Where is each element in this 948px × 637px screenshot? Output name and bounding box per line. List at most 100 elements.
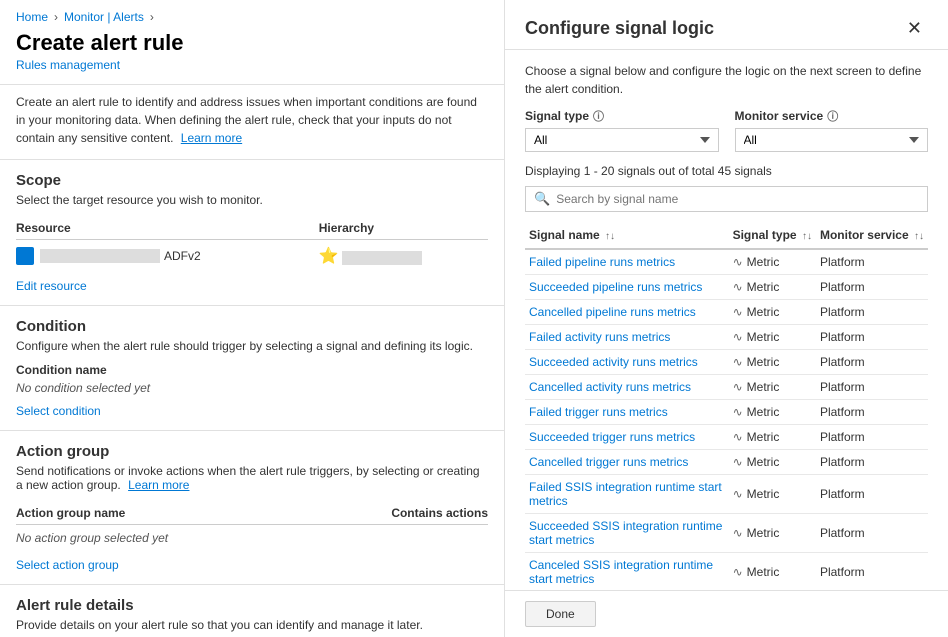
table-row: Cancelled activity runs metrics∿MetricPl… (525, 375, 928, 400)
scope-title: Scope (16, 172, 488, 189)
signal-count: Displaying 1 - 20 signals out of total 4… (525, 164, 928, 178)
hierarchy-bar (342, 251, 422, 265)
metric-icon: ∿ (733, 255, 743, 269)
signal-name-link[interactable]: Succeeded SSIS integration runtime start… (529, 519, 722, 547)
condition-name-label: Condition name (16, 363, 488, 377)
breadcrumb: Home › Monitor | Alerts › (0, 0, 504, 30)
panel-footer: Done (505, 590, 948, 637)
table-row: Failed pipeline runs metrics∿MetricPlatf… (525, 249, 928, 275)
monitor-service-sort-icon[interactable]: ↑↓ (914, 231, 924, 242)
signal-name-link[interactable]: Cancelled trigger runs metrics (529, 455, 688, 469)
signal-type-info-icon: ⓘ (593, 108, 604, 124)
no-condition-text: No condition selected yet (16, 381, 488, 395)
signal-name-link[interactable]: Canceled SSIS integration runtime start … (529, 558, 713, 586)
table-row: Succeeded SSIS integration runtime start… (525, 514, 928, 553)
table-row: Failed trigger runs metrics∿MetricPlatfo… (525, 400, 928, 425)
monitor-service-cell: Platform (816, 350, 928, 375)
action-group-name-col: Action group name (16, 502, 305, 525)
left-panel: Home › Monitor | Alerts › Create alert r… (0, 0, 505, 637)
signal-type-cell: ∿Metric (729, 514, 816, 553)
close-button[interactable]: ✕ (901, 16, 928, 41)
signal-name-link[interactable]: Failed trigger runs metrics (529, 405, 668, 419)
hierarchy-icon: ⭐ (319, 248, 339, 265)
signal-name-link[interactable]: Failed SSIS integration runtime start me… (529, 480, 722, 508)
right-panel: Configure signal logic ✕ Choose a signal… (505, 0, 948, 637)
resource-table: Resource Hierarchy ADFv2 ⭐ (16, 217, 488, 272)
table-row: Canceled SSIS integration runtime start … (525, 553, 928, 591)
metric-icon: ∿ (733, 330, 743, 344)
action-group-desc: Send notifications or invoke actions whe… (16, 464, 488, 492)
monitor-service-cell: Platform (816, 475, 928, 514)
signal-name-link[interactable]: Failed pipeline runs metrics (529, 255, 675, 269)
signal-name-link[interactable]: Succeeded pipeline runs metrics (529, 280, 702, 294)
col-signal-name: Signal name ↑↓ (525, 222, 729, 249)
description-text: Create an alert rule to identify and add… (16, 95, 477, 145)
search-box-wrap: 🔍 (525, 186, 928, 212)
table-row: Cancelled pipeline runs metrics ∿MetricPl… (525, 300, 928, 325)
action-group-learn-more[interactable]: Learn more (128, 478, 189, 492)
monitor-service-cell: Platform (816, 450, 928, 475)
table-row: Succeeded trigger runs metrics∿MetricPla… (525, 425, 928, 450)
signal-name-link[interactable]: Cancelled activity runs metrics (529, 380, 691, 394)
resource-name-cell: ADFv2 (16, 247, 319, 265)
action-group-title: Action group (16, 443, 488, 460)
signal-type-cell: ∿Metric (729, 350, 816, 375)
metric-icon: ∿ (733, 455, 743, 469)
signal-type-filter: Signal type ⓘ All Metric Log Activity Lo… (525, 108, 719, 152)
description: Create an alert rule to identify and add… (0, 84, 504, 159)
rules-management-link[interactable]: Rules management (0, 58, 504, 84)
monitor-service-cell: Platform (816, 553, 928, 591)
action-group-table: Action group name Contains actions No ac… (16, 502, 488, 551)
signal-type-cell: ∿Metric (729, 475, 816, 514)
signal-name-sort-icon[interactable]: ↑↓ (605, 231, 615, 242)
signal-type-cell: ∿Metric (729, 325, 816, 350)
signal-type-cell: ∿Metric (729, 375, 816, 400)
monitor-service-label: Monitor service ⓘ (735, 108, 929, 124)
action-group-section: Action group Send notifications or invok… (0, 430, 504, 584)
resource-col-header: Resource (16, 217, 319, 240)
signal-name-link[interactable]: Succeeded activity runs metrics (529, 355, 698, 369)
action-group-contains-col: Contains actions (305, 502, 488, 525)
alert-details-desc: Provide details on your alert rule so th… (16, 618, 488, 632)
monitor-service-cell: Platform (816, 325, 928, 350)
monitor-service-cell: Platform (816, 300, 928, 325)
signal-type-sort-icon[interactable]: ↑↓ (802, 231, 812, 242)
metric-icon: ∿ (733, 380, 743, 394)
select-condition-link[interactable]: Select condition (16, 404, 101, 418)
done-button[interactable]: Done (525, 601, 596, 627)
panel-header: Configure signal logic ✕ (505, 0, 948, 50)
panel-body: Choose a signal below and configure the … (505, 50, 948, 590)
signal-type-label: Signal type ⓘ (525, 108, 719, 124)
learn-more-link-desc[interactable]: Learn more (181, 131, 242, 145)
no-action-group-text: No action group selected yet (16, 531, 168, 545)
monitor-service-cell: Platform (816, 400, 928, 425)
monitor-service-cell: Platform (816, 425, 928, 450)
breadcrumb-sep1: › (54, 10, 58, 24)
edit-resource-link[interactable]: Edit resource (16, 279, 87, 293)
metric-icon: ∿ (733, 430, 743, 444)
metric-icon: ∿ (733, 355, 743, 369)
alert-details-section: Alert rule details Provide details on yo… (0, 584, 504, 637)
breadcrumb-monitor[interactable]: Monitor | Alerts (64, 10, 144, 24)
hierarchy-col-header: Hierarchy (319, 217, 488, 240)
signal-type-select[interactable]: All Metric Log Activity Log (525, 128, 719, 152)
table-row: Succeeded pipeline runs metrics∿MetricPl… (525, 275, 928, 300)
breadcrumb-home[interactable]: Home (16, 10, 48, 24)
metric-icon: ∿ (733, 305, 743, 319)
monitor-service-select[interactable]: All Platform Log Analytics (735, 128, 929, 152)
search-input[interactable] (556, 192, 919, 206)
metric-icon: ∿ (733, 405, 743, 419)
metric-icon: ∿ (733, 565, 743, 579)
signal-table-header-row: Signal name ↑↓ Signal type ↑↓ Monitor se… (525, 222, 928, 249)
signal-type-cell: ∿Metric (729, 553, 816, 591)
col-signal-type: Signal type ↑↓ (729, 222, 816, 249)
signal-name-link[interactable]: Succeeded trigger runs metrics (529, 430, 695, 444)
select-action-group-link[interactable]: Select action group (16, 558, 119, 572)
action-group-desc-text: Send notifications or invoke actions whe… (16, 464, 480, 492)
panel-title: Configure signal logic (525, 18, 714, 39)
signal-name-link[interactable]: Cancelled pipeline runs metrics (529, 305, 696, 319)
breadcrumb-sep2: › (150, 10, 154, 24)
monitor-service-cell: Platform (816, 249, 928, 275)
signal-type-cell: ∿Metric (729, 300, 816, 325)
signal-name-link[interactable]: Failed activity runs metrics (529, 330, 670, 344)
